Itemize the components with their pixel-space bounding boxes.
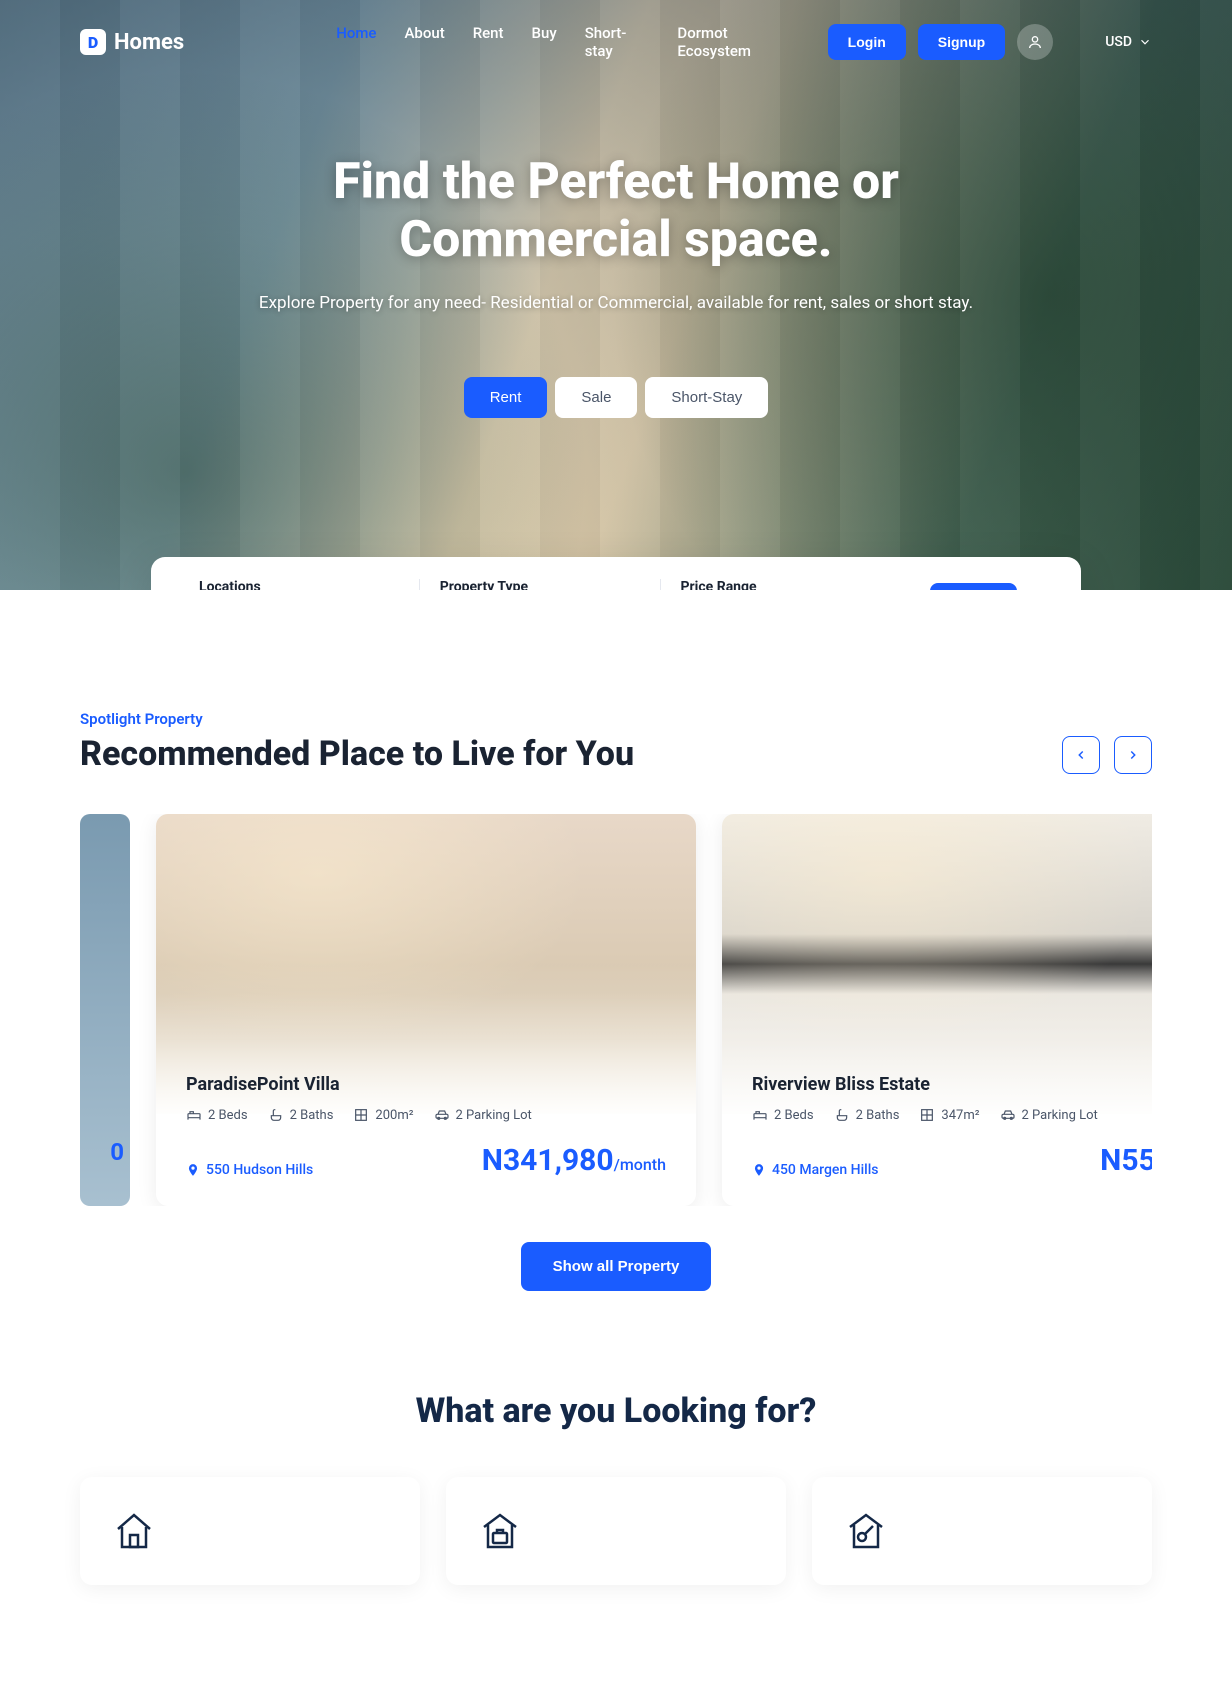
property-location: 550 Hudson Hills xyxy=(186,1162,313,1178)
logo[interactable]: D Homes xyxy=(80,29,184,55)
property-meta: 2 Beds 2 Baths 347m² 2 Parking Lot xyxy=(752,1107,1152,1123)
nav-rent[interactable]: Rent xyxy=(473,24,504,60)
looking-card-rent[interactable] xyxy=(812,1477,1152,1585)
house-icon xyxy=(110,1507,158,1555)
property-title: ParadisePoint Villa xyxy=(186,1074,666,1095)
carousel-next-button[interactable] xyxy=(1114,736,1152,774)
currency-label: USD xyxy=(1105,34,1132,50)
login-button[interactable]: Login xyxy=(828,24,906,60)
chevron-right-icon xyxy=(1126,748,1140,762)
hero: D Homes Home About Rent Buy Short-stay D… xyxy=(0,0,1232,590)
bath-icon xyxy=(268,1107,284,1123)
property-cards-row: 0 ParadisePoint Villa 2 Beds 2 Baths 200… xyxy=(80,814,1152,1206)
tab-shortstay[interactable]: Short-Stay xyxy=(645,377,768,418)
profile-button[interactable] xyxy=(1017,24,1053,60)
meta-baths: 2 Baths xyxy=(834,1107,900,1123)
property-price: N341,980/month xyxy=(482,1143,666,1178)
search-button[interactable]: Search xyxy=(930,583,1017,590)
nav-right: Login Signup USD xyxy=(828,24,1152,60)
spotlight-label: Spotlight Property xyxy=(80,710,634,728)
meta-baths: 2 Baths xyxy=(268,1107,334,1123)
bed-icon xyxy=(752,1107,768,1123)
locations-field[interactable]: Locations Select your city xyxy=(179,579,420,590)
spotlight-section: Spotlight Property Recommended Place to … xyxy=(0,590,1232,1331)
partial-left-price: 0 xyxy=(110,1138,124,1166)
hero-title-line1: Find the Perfect Home or xyxy=(0,154,1232,212)
property-meta: 2 Beds 2 Baths 200m² 2 Parking Lot xyxy=(186,1107,666,1123)
meta-area: 200m² xyxy=(353,1107,413,1123)
bed-icon xyxy=(186,1107,202,1123)
hero-title: Find the Perfect Home or Commercial spac… xyxy=(0,154,1232,269)
property-title: Riverview Bliss Estate xyxy=(752,1074,1152,1095)
top-nav: D Homes Home About Rent Buy Short-stay D… xyxy=(0,0,1232,84)
nav-links: Home About Rent Buy Short-stay Dormot Ec… xyxy=(336,24,795,60)
search-bar: Locations Select your city Property Type… xyxy=(151,557,1081,590)
meta-beds: 2 Beds xyxy=(186,1107,248,1123)
property-card[interactable]: ParadisePoint Villa 2 Beds 2 Baths 200m²… xyxy=(156,814,696,1206)
price-range-label: Price Range xyxy=(681,579,881,590)
hero-title-line2: Commercial space. xyxy=(0,212,1232,270)
property-footer: 450 Margen Hills N550,000 xyxy=(752,1143,1152,1178)
nav-home[interactable]: Home xyxy=(336,24,376,60)
hero-content: Find the Perfect Home or Commercial spac… xyxy=(0,84,1232,418)
pin-icon xyxy=(752,1163,766,1177)
hero-subtitle: Explore Property for any need- Residenti… xyxy=(0,291,1232,317)
pin-icon xyxy=(186,1163,200,1177)
meta-beds: 2 Beds xyxy=(752,1107,814,1123)
key-house-icon xyxy=(842,1507,890,1555)
looking-section: What are you Looking for? xyxy=(0,1331,1232,1645)
locations-label: Locations xyxy=(199,579,399,590)
carousel-prev-button[interactable] xyxy=(1062,736,1100,774)
currency-selector[interactable]: USD xyxy=(1105,34,1152,50)
show-all-wrap: Show all Property xyxy=(80,1242,1152,1291)
nav-about[interactable]: About xyxy=(404,24,444,60)
chevron-left-icon xyxy=(1074,748,1088,762)
signup-button[interactable]: Signup xyxy=(918,24,1005,60)
looking-card-home[interactable] xyxy=(80,1477,420,1585)
meta-area: 347m² xyxy=(919,1107,979,1123)
property-image xyxy=(722,814,1152,1114)
brand-name: Homes xyxy=(114,30,184,55)
briefcase-house-icon xyxy=(476,1507,524,1555)
user-icon xyxy=(1027,34,1043,50)
carousel-nav xyxy=(1062,736,1152,774)
bath-icon xyxy=(834,1107,850,1123)
logo-icon: D xyxy=(80,29,106,55)
nav-shortstay[interactable]: Short-stay xyxy=(585,24,650,60)
property-card-body: ParadisePoint Villa 2 Beds 2 Baths 200m²… xyxy=(156,1074,696,1206)
property-card-partial-left[interactable]: 0 xyxy=(80,814,130,1206)
property-card[interactable]: Riverview Bliss Estate 2 Beds 2 Baths 34… xyxy=(722,814,1152,1206)
looking-card-commercial[interactable] xyxy=(446,1477,786,1585)
property-price: N550,000 xyxy=(1100,1143,1152,1178)
property-card-body: Riverview Bliss Estate 2 Beds 2 Baths 34… xyxy=(722,1074,1152,1206)
area-icon xyxy=(353,1107,369,1123)
price-range-field[interactable]: Price Range Select rent range xyxy=(661,579,901,590)
search-actions: Search xyxy=(900,583,1053,590)
nav-ecosystem[interactable]: Dormot Ecosystem xyxy=(677,24,795,60)
spotlight-title: Recommended Place to Live for You xyxy=(80,734,634,774)
property-image xyxy=(156,814,696,1114)
property-type-field[interactable]: Property Type Select property type xyxy=(420,579,661,590)
nav-buy[interactable]: Buy xyxy=(532,24,557,60)
search-tabs: Rent Sale Short-Stay xyxy=(0,377,1232,418)
looking-cards xyxy=(80,1477,1152,1585)
looking-title: What are you Looking for? xyxy=(80,1391,1152,1431)
area-icon xyxy=(919,1107,935,1123)
car-icon xyxy=(434,1107,450,1123)
property-type-label: Property Type xyxy=(440,579,640,590)
car-icon xyxy=(1000,1107,1016,1123)
spotlight-header: Spotlight Property Recommended Place to … xyxy=(80,710,1152,774)
meta-parking: 2 Parking Lot xyxy=(1000,1107,1098,1123)
tab-sale[interactable]: Sale xyxy=(555,377,637,418)
chevron-down-icon xyxy=(1138,35,1152,49)
tab-rent[interactable]: Rent xyxy=(464,377,548,418)
property-footer: 550 Hudson Hills N341,980/month xyxy=(186,1143,666,1178)
show-all-button[interactable]: Show all Property xyxy=(521,1242,712,1291)
property-location: 450 Margen Hills xyxy=(752,1162,879,1178)
meta-parking: 2 Parking Lot xyxy=(434,1107,532,1123)
